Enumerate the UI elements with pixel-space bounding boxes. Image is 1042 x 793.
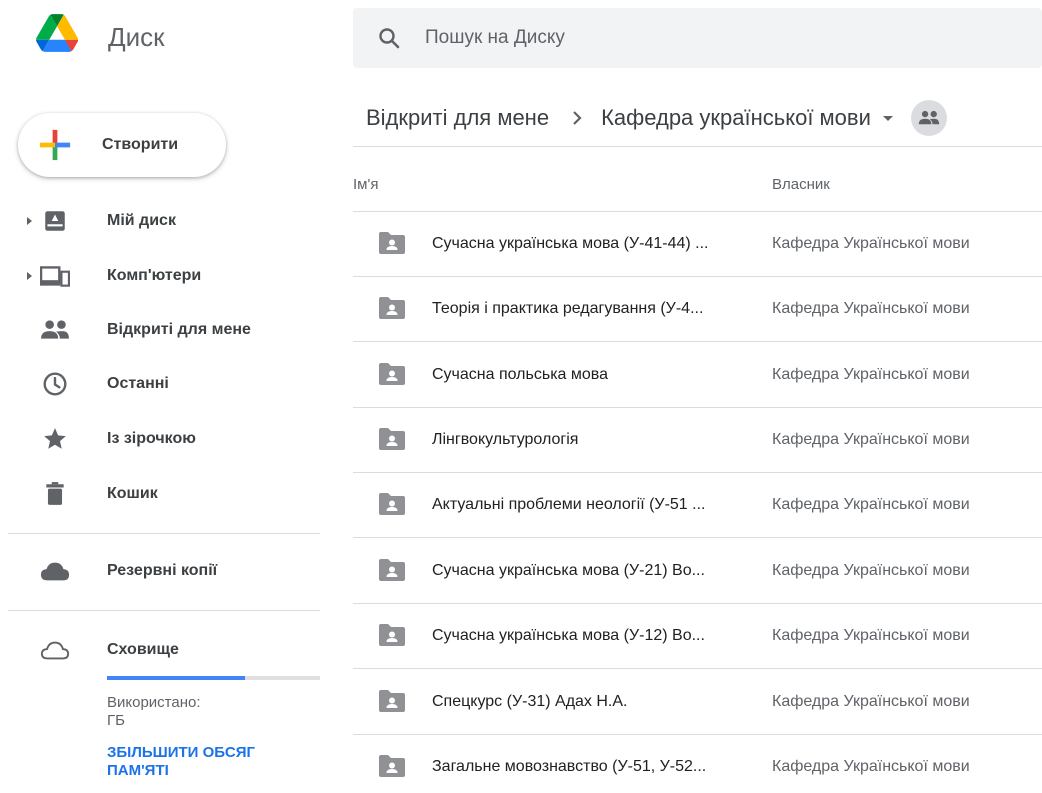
dropdown-arrow-icon[interactable] — [881, 111, 895, 125]
upgrade-storage-link[interactable]: ЗБІЛЬШИТИ ОБСЯГ ПАМ'ЯТІ — [107, 744, 307, 780]
file-name[interactable]: Сучасна українська мова (У-41-44) ... — [432, 235, 709, 253]
sidebar-item-label: Відкриті для мене — [107, 321, 251, 338]
storage-used-units: ГБ — [107, 712, 125, 729]
trash-icon — [40, 479, 70, 509]
shared-folder-icon — [379, 559, 405, 581]
sidebar-divider — [8, 610, 320, 611]
shared-folder-icon — [379, 624, 405, 646]
file-name[interactable]: Загальне мовознавство (У-51, У-52... — [432, 758, 706, 776]
table-row[interactable]: Сучасна українська мова (У-21) Во... Каф… — [353, 539, 1042, 604]
file-owner: Кафедра Української мови — [772, 431, 970, 448]
column-header-name[interactable]: Ім'я — [353, 176, 378, 193]
shared-folder-icon — [379, 690, 405, 712]
file-owner: Кафедра Української мови — [772, 693, 970, 710]
search-bar[interactable]: Пошук на Диску — [353, 8, 1042, 68]
file-owner: Кафедра Української мови — [772, 562, 970, 579]
sidebar-divider — [8, 533, 320, 534]
star-icon — [40, 424, 70, 454]
sidebar-item-label: Останні — [107, 375, 169, 392]
breadcrumb-parent[interactable]: Відкриті для мене — [366, 105, 549, 131]
table-row[interactable]: Актуальні проблеми неології (У-51 ... Ка… — [353, 473, 1042, 538]
upgrade-link-line1: ЗБІЛЬШИТИ ОБСЯГ — [107, 744, 255, 761]
search-icon[interactable] — [377, 26, 401, 50]
shared-folder-icon — [379, 363, 405, 385]
sidebar-item-backups[interactable]: Резервні копії — [0, 551, 320, 591]
file-owner: Кафедра Української мови — [772, 235, 970, 252]
breadcrumb-current[interactable]: Кафедра української мови — [601, 105, 871, 131]
sidebar-item-shared-with-me[interactable]: Відкриті для мене — [0, 310, 320, 350]
clock-icon — [40, 369, 70, 399]
computers-icon — [40, 261, 70, 291]
app-title: Диск — [108, 22, 165, 52]
storage-progress-fill — [107, 676, 246, 680]
breadcrumb: Відкриті для мене Кафедра української мо… — [366, 100, 947, 136]
shared-folder-icon — [379, 232, 405, 254]
create-button-label: Створити — [102, 136, 179, 153]
file-name[interactable]: Лінгвокультурологія — [432, 431, 578, 449]
sidebar-item-label: Кошик — [107, 485, 158, 502]
chevron-right-icon — [573, 111, 582, 125]
file-name[interactable]: Актуальні проблеми неології (У-51 ... — [432, 496, 705, 514]
file-name[interactable]: Сучасна українська мова (У-21) Во... — [432, 562, 705, 580]
table-row[interactable]: Загальне мовознавство (У-51, У-52... Каф… — [353, 735, 1042, 793]
table-row[interactable]: Сучасна українська мова (У-12) Во... Каф… — [353, 604, 1042, 669]
expand-caret-icon[interactable] — [24, 271, 34, 281]
create-button[interactable]: Створити — [18, 113, 226, 177]
sidebar-item-label: Мій диск — [107, 212, 176, 229]
sidebar-item-computers[interactable]: Комп'ютери — [0, 256, 320, 296]
file-owner: Кафедра Української мови — [772, 758, 970, 775]
sidebar-item-recent[interactable]: Останні — [0, 364, 320, 404]
file-name[interactable]: Теорія і практика редагування (У-4... — [432, 300, 703, 318]
column-header-owner[interactable]: Власник — [772, 176, 830, 193]
shared-people-icon — [40, 315, 70, 345]
sidebar-item-label: Сховище — [107, 641, 179, 658]
file-owner: Кафедра Української мови — [772, 627, 970, 644]
table-row[interactable]: Спецкурс (У-31) Адах Н.А. Кафедра Україн… — [353, 670, 1042, 735]
upgrade-link-line2: ПАМ'ЯТІ — [107, 762, 169, 779]
cloud-outline-icon — [40, 635, 70, 665]
table-row[interactable]: Лінгвокультурологія Кафедра Української … — [353, 408, 1042, 473]
search-input[interactable]: Пошук на Диску — [425, 27, 565, 49]
breadcrumb-divider — [353, 146, 1042, 147]
table-row[interactable]: Сучасна українська мова (У-41-44) ... Ка… — [353, 212, 1042, 277]
drive-logo[interactable] — [36, 14, 78, 52]
storage-used-label: Використано: — [107, 694, 201, 711]
file-owner: Кафедра Української мови — [772, 496, 970, 513]
sidebar-item-starred[interactable]: Із зірочкою — [0, 419, 320, 459]
storage-progress-bar — [107, 676, 320, 680]
sidebar-item-trash[interactable]: Кошик — [0, 474, 320, 514]
sidebar-item-label: Із зірочкою — [107, 430, 196, 447]
file-name[interactable]: Спецкурс (У-31) Адах Н.А. — [432, 693, 627, 711]
sidebar-item-my-drive[interactable]: Мій диск — [0, 201, 320, 241]
cloud-filled-icon — [40, 556, 70, 586]
drive-logo-icon — [36, 14, 78, 52]
plus-icon — [39, 129, 71, 161]
file-name[interactable]: Сучасна українська мова (У-12) Во... — [432, 627, 705, 645]
sidebar-item-label: Резервні копії — [107, 562, 218, 579]
shared-folder-icon — [379, 493, 405, 515]
sidebar-item-storage[interactable]: Сховище — [0, 630, 320, 670]
shared-folder-icon — [379, 428, 405, 450]
sidebar-item-label: Комп'ютери — [107, 267, 202, 284]
table-row[interactable]: Теорія і практика редагування (У-4... Ка… — [353, 277, 1042, 342]
file-owner: Кафедра Української мови — [772, 300, 970, 317]
storage-usage-text: Використано: ГБ — [107, 694, 201, 730]
file-name[interactable]: Сучасна польська мова — [432, 366, 608, 384]
expand-caret-icon[interactable] — [24, 216, 34, 226]
drive-icon — [40, 206, 70, 236]
shared-folder-icon — [379, 297, 405, 319]
shared-folder-icon[interactable] — [910, 100, 947, 136]
table-row[interactable]: Сучасна польська мова Кафедра Українсько… — [353, 343, 1042, 408]
file-owner: Кафедра Української мови — [772, 366, 970, 383]
shared-folder-icon — [379, 755, 405, 777]
